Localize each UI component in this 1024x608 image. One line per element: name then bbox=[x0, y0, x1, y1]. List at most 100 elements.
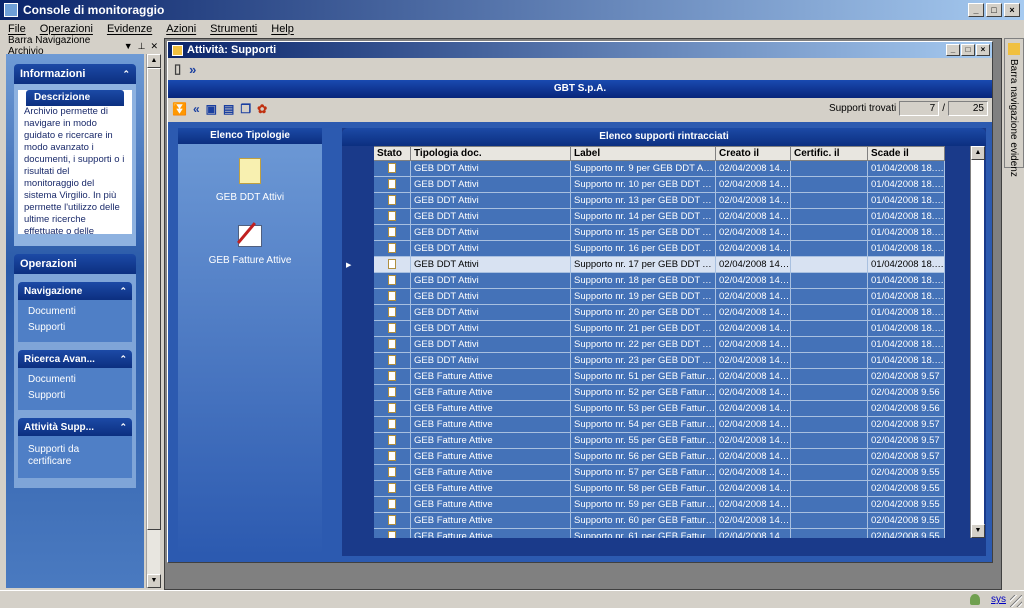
double-chevron-right-icon[interactable]: » bbox=[189, 62, 196, 77]
menu-evidenze[interactable]: Evidenze bbox=[107, 23, 152, 35]
group-attivita-header[interactable]: Attività Supp... ⌃ bbox=[18, 418, 132, 436]
link-supporti-da-certificare[interactable]: Supporti da certificare bbox=[28, 444, 98, 468]
row-header[interactable] bbox=[342, 512, 374, 529]
copy-icon[interactable]: ❐ bbox=[240, 102, 251, 116]
user-link[interactable]: sys bbox=[991, 594, 1006, 605]
resize-grip[interactable] bbox=[1010, 595, 1022, 607]
table-row[interactable]: GEB DDT Attivi Supporto nr. 9 per GEB DDT… bbox=[342, 160, 945, 177]
row-header[interactable] bbox=[342, 288, 374, 305]
column-header[interactable]: Certific. il bbox=[790, 146, 868, 161]
save-icon[interactable]: ▤ bbox=[223, 102, 234, 116]
row-header[interactable] bbox=[342, 192, 374, 209]
column-header[interactable]: Label bbox=[570, 146, 716, 161]
table-row[interactable]: GEB Fatture Attive Supporto nr. 57 per GE… bbox=[342, 464, 945, 481]
tipologia-fatture[interactable]: GEB Fatture Attive bbox=[178, 225, 322, 266]
table-row[interactable]: GEB DDT Attivi Supporto nr. 15 per GEB DD… bbox=[342, 224, 945, 241]
child-maximize-button[interactable]: □ bbox=[961, 44, 975, 56]
table-row[interactable]: GEB Fatture Attive Supporto nr. 60 per GE… bbox=[342, 512, 945, 529]
group-navigazione-header[interactable]: Navigazione ⌃ bbox=[18, 282, 132, 300]
search-link-supporti[interactable]: Supporti bbox=[28, 388, 122, 404]
row-header[interactable] bbox=[342, 160, 374, 177]
dropdown-icon[interactable]: ▼ bbox=[124, 41, 133, 52]
double-chevron-down-icon[interactable]: ⏬ bbox=[172, 102, 187, 116]
table-row[interactable]: GEB Fatture Attive Supporto nr. 54 per GE… bbox=[342, 416, 945, 433]
child-minimize-button[interactable]: _ bbox=[946, 44, 960, 56]
scroll-down-icon[interactable]: ▼ bbox=[971, 524, 985, 538]
certificate-icon[interactable]: ✿ bbox=[257, 102, 267, 116]
row-header[interactable] bbox=[342, 240, 374, 257]
table-row[interactable]: GEB Fatture Attive Supporto nr. 56 per GE… bbox=[342, 448, 945, 465]
calendar-icon[interactable]: ▣ bbox=[206, 102, 217, 116]
column-header[interactable]: Creato il bbox=[715, 146, 791, 161]
row-header[interactable] bbox=[342, 448, 374, 465]
row-header[interactable] bbox=[342, 272, 374, 289]
row-header[interactable] bbox=[342, 400, 374, 417]
table-row[interactable]: GEB DDT Attivi Supporto nr. 20 per GEB DD… bbox=[342, 304, 945, 321]
table-row[interactable]: GEB DDT Attivi Supporto nr. 21 per GEB DD… bbox=[342, 320, 945, 337]
double-chevron-left-icon[interactable]: « bbox=[193, 102, 200, 116]
table-row[interactable]: GEB Fatture Attive Supporto nr. 58 per GE… bbox=[342, 480, 945, 497]
row-header[interactable] bbox=[342, 464, 374, 481]
scroll-up-icon[interactable]: ▲ bbox=[971, 146, 985, 160]
grid-scrollbar[interactable]: ▲ ▼ bbox=[970, 146, 985, 538]
table-row[interactable]: GEB Fatture Attive Supporto nr. 51 per GE… bbox=[342, 368, 945, 385]
row-header[interactable] bbox=[342, 432, 374, 449]
column-header[interactable]: Scade il bbox=[867, 146, 945, 161]
row-header[interactable] bbox=[342, 368, 374, 385]
row-header[interactable] bbox=[342, 176, 374, 193]
left-pane-scrollbar[interactable]: ▲ ▼ bbox=[146, 54, 161, 588]
table-row[interactable]: GEB DDT Attivi Supporto nr. 14 per GEB DD… bbox=[342, 208, 945, 225]
row-header[interactable]: ▶ bbox=[342, 256, 374, 273]
close-button[interactable]: × bbox=[1004, 3, 1020, 17]
nav-link-supporti[interactable]: Supporti bbox=[28, 320, 122, 336]
table-row[interactable]: GEB DDT Attivi Supporto nr. 16 per GEB DD… bbox=[342, 240, 945, 257]
row-header[interactable] bbox=[342, 496, 374, 513]
row-header[interactable] bbox=[342, 384, 374, 401]
menu-file[interactable]: File bbox=[8, 23, 26, 35]
tipologia-ddt[interactable]: GEB DDT Attivi bbox=[178, 158, 322, 203]
table-row[interactable]: GEB DDT Attivi Supporto nr. 10 per GEB DD… bbox=[342, 176, 945, 193]
table-row[interactable]: GEB DDT Attivi Supporto nr. 18 per GEB DD… bbox=[342, 272, 945, 289]
pin-icon[interactable]: ⊥ bbox=[138, 41, 146, 52]
menu-strumenti[interactable]: Strumenti bbox=[210, 23, 257, 35]
collapse-chevron-icon[interactable]: ⌃ bbox=[122, 69, 130, 80]
row-header[interactable] bbox=[342, 224, 374, 241]
scroll-down-icon[interactable]: ▼ bbox=[147, 574, 161, 588]
group-ricerca-header[interactable]: Ricerca Avan... ⌃ bbox=[18, 350, 132, 368]
table-row[interactable]: GEB Fatture Attive Supporto nr. 61 per GE… bbox=[342, 528, 945, 538]
table-row[interactable]: GEB DDT Attivi Supporto nr. 23 per GEB DD… bbox=[342, 352, 945, 369]
maximize-button[interactable]: □ bbox=[986, 3, 1002, 17]
row-header[interactable] bbox=[342, 336, 374, 353]
table-row[interactable]: GEB Fatture Attive Supporto nr. 59 per GE… bbox=[342, 496, 945, 513]
menu-azioni[interactable]: Azioni bbox=[166, 23, 196, 35]
table-row[interactable]: GEB DDT Attivi Supporto nr. 13 per GEB DD… bbox=[342, 192, 945, 209]
menu-help[interactable]: Help bbox=[271, 23, 294, 35]
column-header[interactable]: Stato bbox=[373, 146, 411, 161]
column-header[interactable]: Tipologia doc. bbox=[410, 146, 571, 161]
collapse-chevron-icon[interactable]: ⌃ bbox=[119, 354, 127, 365]
collapse-chevron-icon[interactable]: ⌃ bbox=[119, 422, 127, 433]
table-row[interactable]: ▶ GEB DDT Attivi Supporto nr. 17 per GEB D… bbox=[342, 256, 945, 273]
nav-link-documenti[interactable]: Documenti bbox=[28, 304, 122, 320]
row-header[interactable] bbox=[342, 528, 374, 538]
table-row[interactable]: GEB DDT Attivi Supporto nr. 19 per GEB DD… bbox=[342, 288, 945, 305]
row-header[interactable] bbox=[342, 208, 374, 225]
scroll-up-icon[interactable]: ▲ bbox=[147, 54, 161, 68]
search-link-documenti[interactable]: Documenti bbox=[28, 372, 122, 388]
table-row[interactable]: GEB Fatture Attive Supporto nr. 55 per GE… bbox=[342, 432, 945, 449]
row-header[interactable] bbox=[342, 480, 374, 497]
table-row[interactable]: GEB Fatture Attive Supporto nr. 52 per GE… bbox=[342, 384, 945, 401]
minimize-button[interactable]: _ bbox=[968, 3, 984, 17]
info-panel-header[interactable]: Informazioni ⌃ bbox=[14, 64, 136, 84]
row-header[interactable] bbox=[342, 304, 374, 321]
child-close-button[interactable]: × bbox=[976, 44, 990, 56]
table-row[interactable]: GEB DDT Attivi Supporto nr. 22 per GEB DD… bbox=[342, 336, 945, 353]
exit-icon[interactable]: ▯ bbox=[174, 61, 181, 77]
row-header[interactable] bbox=[342, 352, 374, 369]
table-row[interactable]: GEB Fatture Attive Supporto nr. 53 per GE… bbox=[342, 400, 945, 417]
row-header[interactable] bbox=[342, 416, 374, 433]
scroll-thumb[interactable] bbox=[147, 68, 161, 530]
collapse-chevron-icon[interactable]: ⌃ bbox=[119, 286, 127, 297]
right-dock-tab[interactable]: Barra navigazione evidenz bbox=[1004, 38, 1024, 177]
menu-operazioni[interactable]: Operazioni bbox=[40, 23, 93, 35]
